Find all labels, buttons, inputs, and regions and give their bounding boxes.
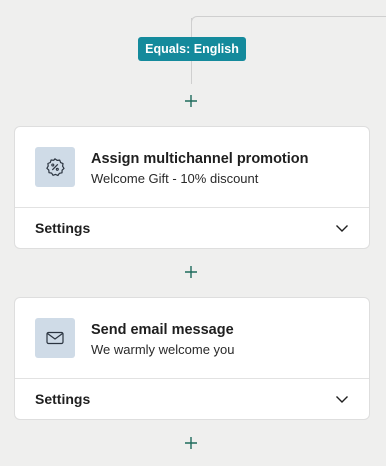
settings-toggle[interactable]: Settings bbox=[15, 379, 369, 419]
chevron-down-icon bbox=[336, 225, 348, 232]
add-step-button[interactable] bbox=[180, 432, 202, 454]
add-step-button[interactable] bbox=[180, 261, 202, 283]
step-icon-tile bbox=[35, 318, 75, 358]
step-card-header[interactable]: Assign multichannel promotion Welcome Gi… bbox=[15, 127, 369, 208]
step-title: Send email message bbox=[91, 322, 234, 338]
step-title: Assign multichannel promotion bbox=[91, 151, 309, 167]
step-subtitle: We warmly welcome you bbox=[91, 342, 235, 357]
step-subtitle: Welcome Gift - 10% discount bbox=[91, 171, 259, 186]
step-card-header[interactable]: Send email message We warmly welcome you bbox=[15, 298, 369, 379]
settings-label: Settings bbox=[35, 391, 91, 407]
plus-icon bbox=[185, 95, 197, 107]
settings-label: Settings bbox=[35, 220, 91, 236]
chevron-down-icon bbox=[336, 396, 348, 403]
step-card-send-email[interactable]: Send email message We warmly welcome you… bbox=[14, 297, 370, 420]
add-step-button[interactable] bbox=[180, 90, 202, 112]
settings-toggle[interactable]: Settings bbox=[15, 208, 369, 248]
plus-icon bbox=[185, 266, 197, 278]
branch-condition-badge[interactable]: Equals: English bbox=[138, 37, 246, 61]
plus-icon bbox=[185, 437, 197, 449]
step-card-assign-promotion[interactable]: Assign multichannel promotion Welcome Gi… bbox=[14, 126, 370, 249]
envelope-icon bbox=[46, 331, 64, 345]
percent-badge-icon bbox=[46, 158, 65, 177]
branch-connector-line bbox=[191, 16, 386, 37]
step-icon-tile bbox=[35, 147, 75, 187]
